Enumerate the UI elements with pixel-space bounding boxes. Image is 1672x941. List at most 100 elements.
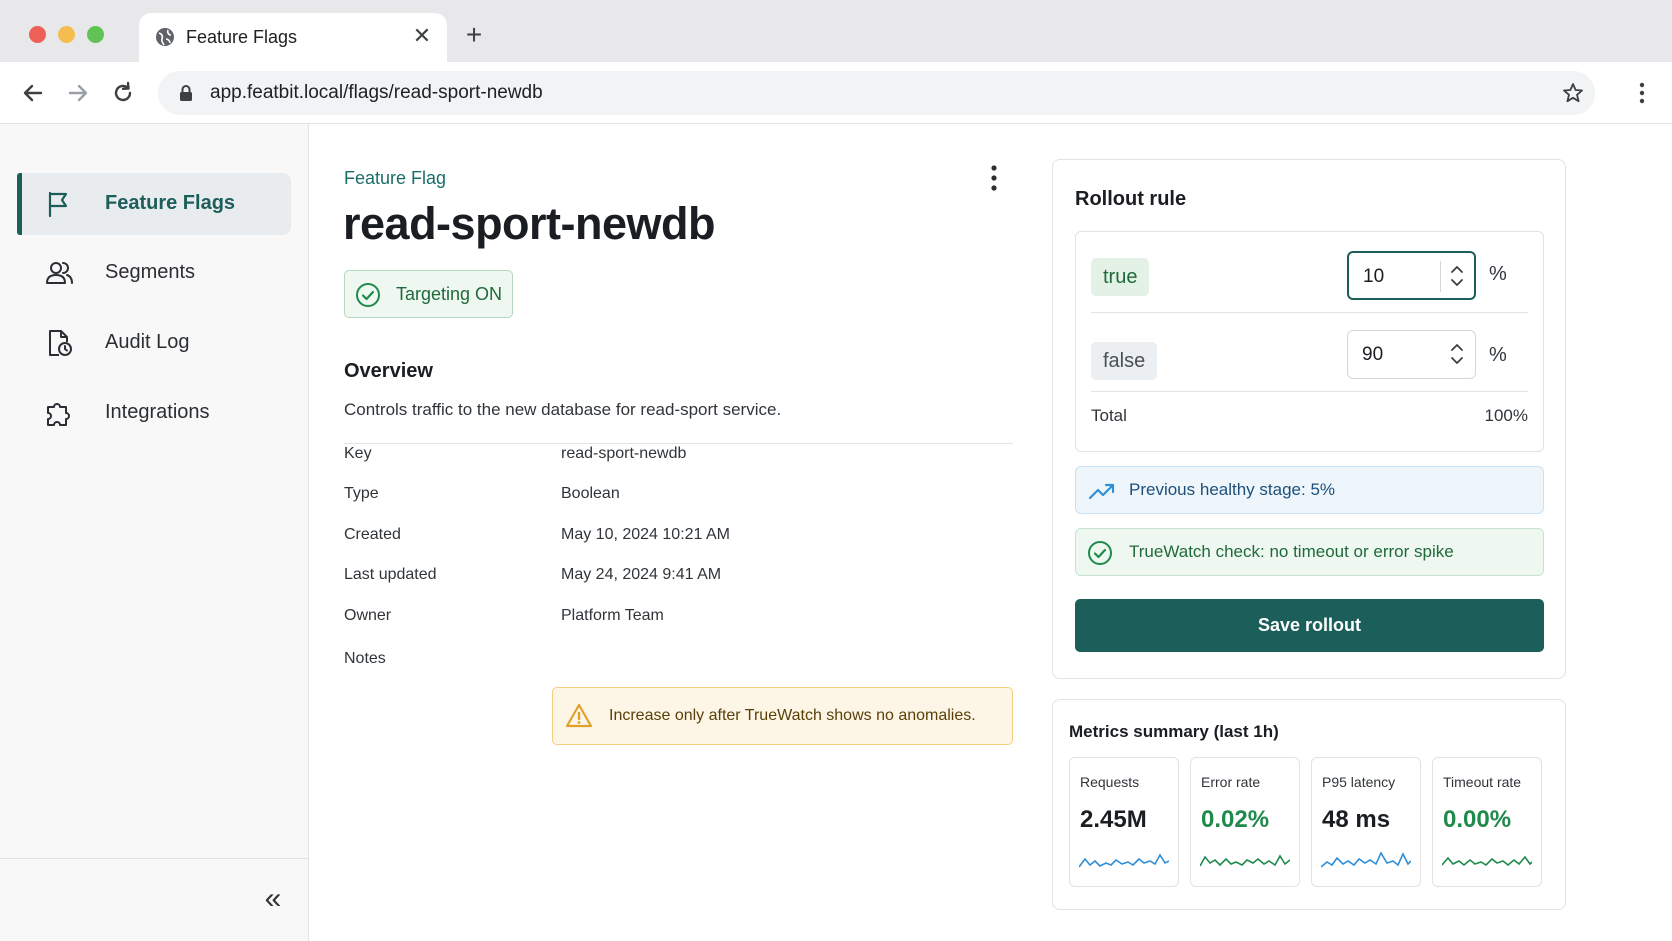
rollout-rule-box: true 10 % false 90 % Total 100% <box>1075 231 1544 452</box>
divider <box>1091 391 1528 392</box>
percent-sign: % <box>1489 263 1507 285</box>
metric-label: Requests <box>1080 774 1140 790</box>
sidebar-item-segments[interactable]: Segments <box>17 242 291 304</box>
breadcrumb[interactable]: Feature Flag <box>344 168 446 189</box>
false-percentage-value[interactable]: 90 <box>1362 344 1383 366</box>
save-rollout-button[interactable]: Save rollout <box>1075 599 1544 652</box>
meta-key-created: Created <box>344 526 401 543</box>
metric-card-requests: Requests 2.45M <box>1069 757 1179 887</box>
variant-false-badge: false <box>1091 342 1158 380</box>
tab-close-icon[interactable]: ✕ <box>409 23 435 49</box>
quantity-stepper[interactable] <box>1441 339 1475 370</box>
browser-toolbar: app.featbit.local/flags/read-sport-newdb <box>0 62 1672 124</box>
browser-menu-icon[interactable] <box>1630 81 1654 105</box>
metric-label: P95 latency <box>1322 774 1396 790</box>
reload-icon <box>114 81 132 102</box>
arrow-right-icon <box>68 84 88 102</box>
rollout-title: Rollout rule <box>1075 188 1187 210</box>
meta-value-key: read-sport-newdb <box>561 445 687 462</box>
check-circle-icon <box>1088 541 1112 565</box>
sidebar-item-audit-log[interactable]: Audit Log <box>17 312 291 374</box>
check-circle-icon <box>356 283 380 307</box>
browser-tab[interactable]: Feature Flags ✕ <box>139 13 447 62</box>
sparkline-chart <box>1200 854 1290 867</box>
metric-value: 0.02% <box>1201 806 1270 833</box>
sidebar: Feature Flags Segments Audit Log Integra… <box>0 124 309 941</box>
forward-button[interactable] <box>64 79 92 107</box>
bookmark-star-icon[interactable] <box>1561 81 1585 105</box>
collapse-sidebar-icon[interactable]: « <box>258 884 288 915</box>
divider <box>1091 312 1528 313</box>
rollout-rule-card: Rollout rule true 10 % false 90 % Total … <box>1052 159 1566 679</box>
divider <box>344 443 1013 444</box>
quantity-stepper[interactable] <box>1440 261 1474 292</box>
meta-key-last-updated: Last updated <box>344 566 437 583</box>
metrics-summary-card: Metrics summary (last 1h) Requests 2.45M… <box>1052 699 1566 910</box>
metric-label: Error rate <box>1201 774 1261 790</box>
metric-card-error-rate: Error rate 0.02% <box>1190 757 1300 887</box>
sidebar-item-label: Audit Log <box>105 331 190 353</box>
previous-stage-info: Previous healthy stage: 5% <box>1075 466 1544 514</box>
sidebar-item-label: Integrations <box>105 401 210 423</box>
total-label: Total <box>1091 406 1127 425</box>
metric-label: Timeout rate <box>1443 774 1522 790</box>
url-text[interactable]: app.featbit.local/flags/read-sport-newdb <box>210 82 543 104</box>
page-title: read-sport-newdb <box>343 198 716 249</box>
previous-stage-text: Previous healthy stage: 5% <box>1129 480 1336 499</box>
false-percentage-input[interactable]: 90 <box>1347 330 1476 379</box>
sidebar-item-label: Segments <box>105 261 196 283</box>
total-value: 100% <box>1484 406 1528 425</box>
sparkline-chart <box>1079 853 1169 868</box>
globe-icon <box>156 28 174 46</box>
browser-tab-bar: Feature Flags ✕ + <box>0 0 1672 62</box>
audit-log-icon <box>49 330 72 356</box>
lock-icon <box>180 85 192 101</box>
back-button[interactable] <box>19 79 47 107</box>
arrow-left-icon <box>23 84 43 102</box>
notes-warning-box: Increase only after TrueWatch shows no a… <box>552 687 1013 745</box>
sparkline-chart <box>1442 855 1532 867</box>
trending-up-icon <box>1088 483 1115 500</box>
notes-text: Increase only after TrueWatch shows no a… <box>609 707 976 724</box>
true-percentage-input[interactable]: 10 <box>1347 251 1476 300</box>
reload-button[interactable] <box>109 79 137 107</box>
window-minimize-button[interactable] <box>58 26 75 43</box>
truewatch-check-status: TrueWatch check: no timeout or error spi… <box>1075 528 1544 576</box>
users-icon <box>46 262 73 284</box>
new-tab-button[interactable]: + <box>459 20 489 50</box>
window-maximize-button[interactable] <box>87 26 104 43</box>
tab-title: Feature Flags <box>186 27 298 47</box>
true-percentage-value[interactable]: 10 <box>1363 266 1384 288</box>
main-content: Feature Flag read-sport-newdb Targeting … <box>309 124 1672 941</box>
stepper-arrows-icon[interactable] <box>1450 264 1464 288</box>
truewatch-check-text: TrueWatch check: no timeout or error spi… <box>1129 542 1454 561</box>
meta-value-owner: Platform Team <box>561 607 664 624</box>
sidebar-item-feature-flags[interactable]: Feature Flags <box>17 173 291 235</box>
meta-key-notes: Notes <box>344 650 386 667</box>
meta-key-type: Type <box>344 485 379 502</box>
stepper-arrows-icon[interactable] <box>1450 342 1464 366</box>
meta-value-type: Boolean <box>561 485 620 502</box>
percent-sign: % <box>1489 344 1507 366</box>
variant-true-badge: true <box>1091 258 1150 296</box>
metric-value: 0.00% <box>1443 806 1512 833</box>
overview-heading: Overview <box>344 360 433 382</box>
sidebar-item-label: Feature Flags <box>105 192 236 214</box>
flag-description: Controls traffic to the new database for… <box>344 400 782 419</box>
more-options-icon[interactable] <box>982 164 1006 192</box>
address-bar[interactable]: app.featbit.local/flags/read-sport-newdb <box>158 71 1595 115</box>
metric-card-timeout-rate: Timeout rate 0.00% <box>1432 757 1542 887</box>
metric-value: 48 ms <box>1322 806 1391 833</box>
metrics-title: Metrics summary (last 1h) <box>1069 722 1279 741</box>
meta-value-last-updated: May 24, 2024 9:41 AM <box>561 566 722 583</box>
puzzle-icon <box>47 403 70 426</box>
meta-value-created: May 10, 2024 10:21 AM <box>561 526 730 543</box>
window-close-button[interactable] <box>29 26 46 43</box>
flag-icon <box>48 191 68 218</box>
targeting-label: Targeting ON <box>396 284 503 304</box>
targeting-status-badge[interactable]: Targeting ON <box>344 270 513 318</box>
metric-value: 2.45M <box>1080 806 1147 833</box>
sparkline-chart <box>1321 851 1411 868</box>
sidebar-item-integrations[interactable]: Integrations <box>17 382 291 444</box>
meta-key-owner: Owner <box>344 607 392 624</box>
